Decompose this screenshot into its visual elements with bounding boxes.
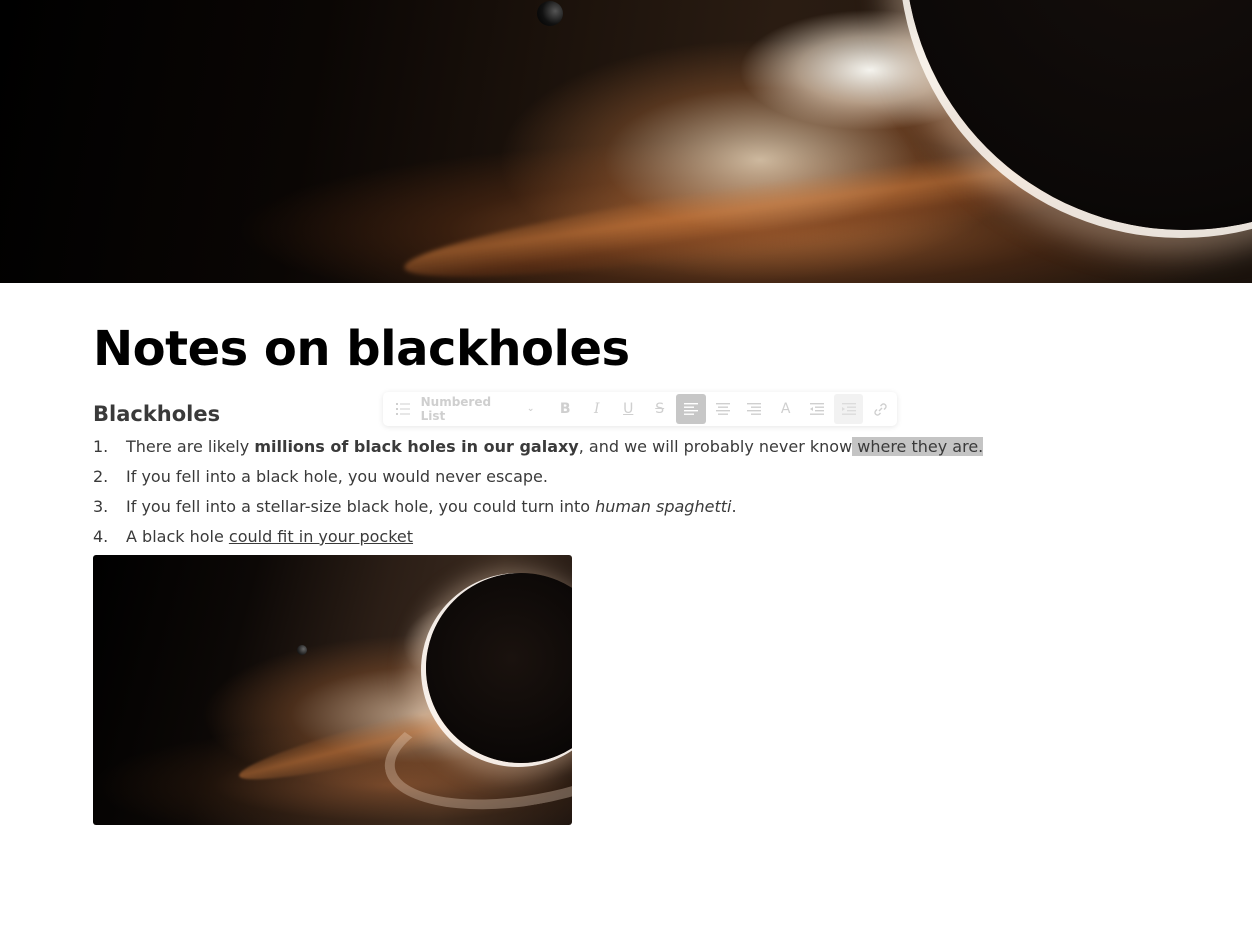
underline-icon: U [623, 401, 634, 417]
italic-icon: I [593, 401, 600, 417]
link-button[interactable] [865, 394, 895, 424]
page-title[interactable]: Notes on blackholes [93, 318, 630, 380]
list-number: 4. [93, 527, 109, 546]
align-right-button[interactable] [739, 394, 769, 424]
list-text: A black hole [126, 527, 229, 546]
underline-button[interactable]: U [613, 394, 643, 424]
underlined-text: could fit in your pocket [228, 527, 414, 546]
strikethrough-icon: S [655, 401, 665, 417]
list-text: . [731, 497, 737, 516]
cover-image [0, 0, 1252, 283]
list-item[interactable]: 3. If you fell into a stellar-size black … [93, 495, 983, 525]
selected-text[interactable]: where they are. [852, 437, 984, 456]
chevron-down-icon: ⌄ [526, 404, 535, 414]
block-type-dropdown[interactable]: Numbered List ⌄ [393, 393, 534, 425]
format-toolbar: Numbered List ⌄ B I U S A [383, 392, 897, 426]
outdent-button[interactable] [802, 394, 832, 424]
bold-text: millions of black holes in our galaxy [254, 437, 579, 456]
list-item[interactable]: 4. A black hole could fit in your pocket [93, 525, 983, 555]
list-text: If you fell into a black hole, you would… [126, 467, 548, 486]
block-type-label: Numbered List [420, 395, 492, 423]
strikethrough-button[interactable]: S [645, 394, 675, 424]
text-color-button[interactable]: A [771, 394, 801, 424]
align-left-button[interactable] [676, 394, 706, 424]
bold-button[interactable]: B [550, 394, 580, 424]
list-text: There are likely [126, 437, 255, 456]
list-number: 2. [93, 467, 109, 486]
align-center-button[interactable] [708, 394, 738, 424]
numbered-list: 1. There are likely millions of black hol… [93, 435, 984, 555]
italic-button[interactable]: I [582, 394, 612, 424]
align-right-icon [747, 403, 762, 415]
section-heading[interactable]: Blackholes [93, 400, 220, 428]
numbered-list-icon [393, 403, 413, 415]
planet [537, 1, 563, 26]
link-icon [873, 402, 888, 417]
planet [297, 645, 307, 655]
align-left-icon [684, 403, 699, 415]
list-text: If you fell into a stellar-size black ho… [126, 497, 596, 516]
list-item[interactable]: 2. If you fell into a black hole, you wou… [93, 465, 983, 495]
blackhole-image[interactable] [93, 555, 572, 825]
bold-icon: B [559, 401, 571, 417]
italic-text: human spaghetti [595, 497, 732, 516]
list-number: 1. [93, 437, 109, 456]
indent-icon [841, 403, 856, 415]
list-item[interactable]: 1. There are likely millions of black hol… [93, 435, 984, 465]
list-number: 3. [93, 497, 109, 516]
text-color-icon: A [780, 401, 791, 417]
indent-button[interactable] [833, 394, 864, 424]
outdent-icon [810, 403, 825, 415]
list-text: , and we will probably never know [578, 437, 853, 456]
align-center-icon [715, 403, 730, 415]
